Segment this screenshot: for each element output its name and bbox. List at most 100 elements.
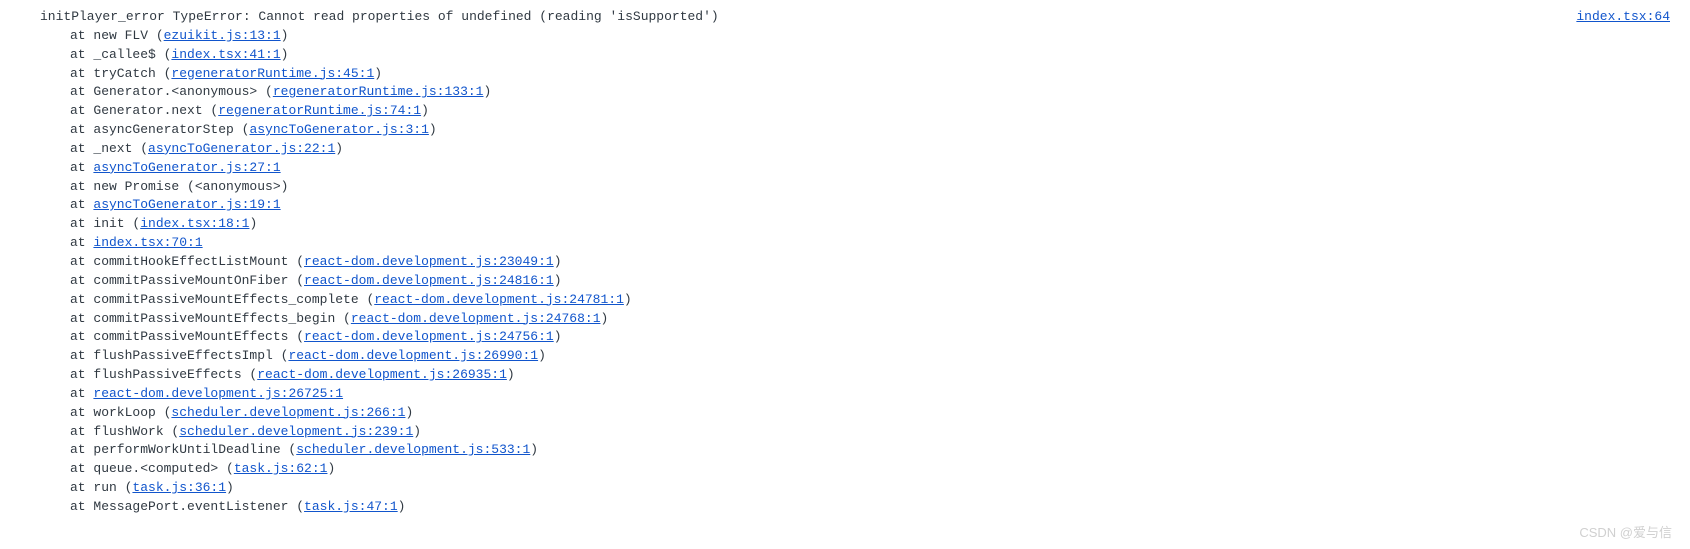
stack-frame: at react-dom.development.js:26725:1 [20, 385, 1536, 404]
stack-frame: at commitPassiveMountEffects_begin (reac… [20, 310, 1536, 329]
stack-frame: at asyncGeneratorStep (asyncToGenerator.… [20, 121, 1536, 140]
stack-frame: at new Promise (<anonymous>) [20, 178, 1536, 197]
stack-frame-text: ) [405, 405, 413, 420]
console-error-row: initPlayer_error TypeError: Cannot read … [20, 8, 1670, 517]
stack-frame-text: at new Promise (<anonymous>) [70, 179, 288, 194]
stack-frame-link[interactable]: react-dom.development.js:24756:1 [304, 329, 554, 344]
stack-frame-text: ) [624, 292, 632, 307]
stack-frame-text: at [70, 197, 93, 212]
stack-frame-link[interactable]: ezuikit.js:13:1 [164, 28, 281, 43]
stack-frame-link[interactable]: regeneratorRuntime.js:133:1 [273, 84, 484, 99]
stack-frame-link[interactable]: index.tsx:18:1 [140, 216, 249, 231]
stack-frame-text: at asyncGeneratorStep ( [70, 122, 249, 137]
stack-frame: at MessagePort.eventListener (task.js:47… [20, 498, 1536, 517]
stack-frame-link[interactable]: react-dom.development.js:24781:1 [374, 292, 624, 307]
stack-frame-text: ) [281, 28, 289, 43]
stack-frame-text: ) [554, 273, 562, 288]
stack-frame-text: at commitHookEffectListMount ( [70, 254, 304, 269]
stack-frame-text: at commitPassiveMountOnFiber ( [70, 273, 304, 288]
stack-frame: at workLoop (scheduler.development.js:26… [20, 404, 1536, 423]
stack-frame: at Generator.next (regeneratorRuntime.js… [20, 102, 1536, 121]
stack-frame: at _next (asyncToGenerator.js:22:1) [20, 140, 1536, 159]
stack-frame: at new FLV (ezuikit.js:13:1) [20, 27, 1536, 46]
stack-frame: at flushWork (scheduler.development.js:2… [20, 423, 1536, 442]
stack-frame-text: at Generator.<anonymous> ( [70, 84, 273, 99]
stack-frame-text: at commitPassiveMountEffects_begin ( [70, 311, 351, 326]
stack-frame-link[interactable]: react-dom.development.js:26725:1 [93, 386, 343, 401]
stack-frame-text: at [70, 160, 93, 175]
stack-frame-link[interactable]: scheduler.development.js:266:1 [171, 405, 405, 420]
stack-frame-link[interactable]: scheduler.development.js:239:1 [179, 424, 413, 439]
stack-frame-text: at MessagePort.eventListener ( [70, 499, 304, 514]
stack-frame-text: at flushPassiveEffects ( [70, 367, 257, 382]
stack-frame: at asyncToGenerator.js:19:1 [20, 196, 1536, 215]
stack-frame: at flushPassiveEffectsImpl (react-dom.de… [20, 347, 1536, 366]
stack-frame-text: ) [226, 480, 234, 495]
stack-frame: at asyncToGenerator.js:27:1 [20, 159, 1536, 178]
stack-frame: at commitPassiveMountOnFiber (react-dom.… [20, 272, 1536, 291]
stack-frame: at commitPassiveMountEffects (react-dom.… [20, 328, 1536, 347]
stack-frame-text: ) [249, 216, 257, 231]
stack-frame-link[interactable]: task.js:36:1 [132, 480, 226, 495]
stack-frame-text: at commitPassiveMountEffects_complete ( [70, 292, 374, 307]
stack-frame: at Generator.<anonymous> (regeneratorRun… [20, 83, 1536, 102]
stack-frame-text: at tryCatch ( [70, 66, 171, 81]
stack-frame: at init (index.tsx:18:1) [20, 215, 1536, 234]
stack-frame-text: at init ( [70, 216, 140, 231]
stack-frame: at run (task.js:36:1) [20, 479, 1536, 498]
stack-trace: at new FLV (ezuikit.js:13:1)at _callee$ … [20, 27, 1536, 517]
stack-frame: at tryCatch (regeneratorRuntime.js:45:1) [20, 65, 1536, 84]
stack-frame: at index.tsx:70:1 [20, 234, 1536, 253]
stack-frame-link[interactable]: index.tsx:41:1 [171, 47, 280, 62]
stack-frame-text: at run ( [70, 480, 132, 495]
stack-frame-text: at workLoop ( [70, 405, 171, 420]
stack-frame-text: ) [530, 442, 538, 457]
stack-frame: at _callee$ (index.tsx:41:1) [20, 46, 1536, 65]
stack-frame-text: at flushPassiveEffectsImpl ( [70, 348, 288, 363]
stack-frame-link[interactable]: regeneratorRuntime.js:74:1 [218, 103, 421, 118]
stack-frame-link[interactable]: scheduler.development.js:533:1 [296, 442, 530, 457]
error-block: initPlayer_error TypeError: Cannot read … [20, 8, 1536, 517]
stack-frame-link[interactable]: regeneratorRuntime.js:45:1 [171, 66, 374, 81]
stack-frame-link[interactable]: asyncToGenerator.js:19:1 [93, 197, 280, 212]
stack-frame-text: ) [374, 66, 382, 81]
stack-frame: at commitHookEffectListMount (react-dom.… [20, 253, 1536, 272]
stack-frame-link[interactable]: task.js:47:1 [304, 499, 398, 514]
stack-frame-text: at [70, 235, 93, 250]
stack-frame-text: ) [421, 103, 429, 118]
stack-frame-text: ) [483, 84, 491, 99]
stack-frame-link[interactable]: asyncToGenerator.js:3:1 [249, 122, 428, 137]
stack-frame-text: at queue.<computed> ( [70, 461, 234, 476]
stack-frame-text: ) [413, 424, 421, 439]
stack-frame-text: ) [335, 141, 343, 156]
stack-frame-text: at [70, 386, 93, 401]
source-link[interactable]: index.tsx:64 [1576, 8, 1670, 27]
error-message: initPlayer_error TypeError: Cannot read … [20, 8, 1536, 27]
stack-frame-link[interactable]: task.js:62:1 [234, 461, 328, 476]
stack-frame-text: ) [538, 348, 546, 363]
stack-frame-text: at Generator.next ( [70, 103, 218, 118]
stack-frame-link[interactable]: react-dom.development.js:23049:1 [304, 254, 554, 269]
stack-frame-link[interactable]: react-dom.development.js:26990:1 [288, 348, 538, 363]
stack-frame-text: ) [429, 122, 437, 137]
stack-frame-link[interactable]: react-dom.development.js:24816:1 [304, 273, 554, 288]
stack-frame-text: ) [554, 254, 562, 269]
stack-frame-text: at performWorkUntilDeadline ( [70, 442, 296, 457]
stack-frame-text: ) [507, 367, 515, 382]
stack-frame-text: ) [601, 311, 609, 326]
stack-frame: at queue.<computed> (task.js:62:1) [20, 460, 1536, 479]
stack-frame-text: ) [398, 499, 406, 514]
stack-frame-text: at _callee$ ( [70, 47, 171, 62]
stack-frame-link[interactable]: index.tsx:70:1 [93, 235, 202, 250]
stack-frame-text: at commitPassiveMountEffects ( [70, 329, 304, 344]
watermark: CSDN @爱与信 [1579, 524, 1672, 543]
stack-frame-text: at flushWork ( [70, 424, 179, 439]
stack-frame-text: ) [281, 47, 289, 62]
stack-frame-link[interactable]: react-dom.development.js:26935:1 [257, 367, 507, 382]
stack-frame: at flushPassiveEffects (react-dom.develo… [20, 366, 1536, 385]
stack-frame-link[interactable]: asyncToGenerator.js:22:1 [148, 141, 335, 156]
stack-frame-link[interactable]: react-dom.development.js:24768:1 [351, 311, 601, 326]
stack-frame: at commitPassiveMountEffects_complete (r… [20, 291, 1536, 310]
stack-frame-text: ) [327, 461, 335, 476]
stack-frame-link[interactable]: asyncToGenerator.js:27:1 [93, 160, 280, 175]
